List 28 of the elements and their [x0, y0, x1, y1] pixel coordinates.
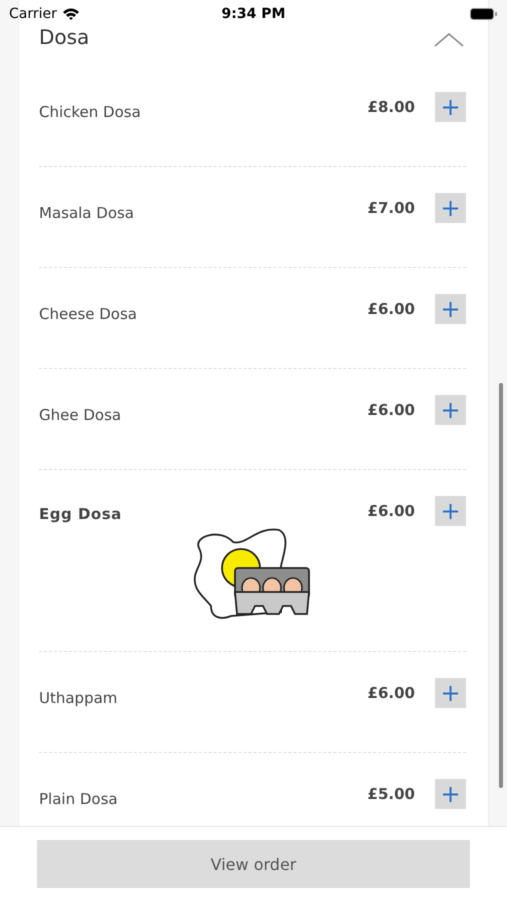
add-button[interactable]: +	[435, 193, 466, 223]
add-button[interactable]: +	[435, 779, 466, 809]
section-title: Dosa	[39, 24, 90, 50]
item-price: £6.00	[368, 683, 415, 703]
collapse-chevron-icon[interactable]	[434, 32, 464, 48]
carrier-label: Carrier	[9, 6, 57, 22]
item-name: Plain Dosa	[39, 789, 119, 809]
item-name: Cheese Dosa	[39, 304, 138, 324]
add-button[interactable]: +	[435, 92, 466, 122]
item-name: Chicken Dosa	[39, 102, 142, 122]
battery-icon	[470, 8, 498, 20]
add-button[interactable]: +	[435, 294, 466, 324]
item-price: £6.00	[368, 299, 415, 319]
add-button[interactable]: +	[435, 678, 466, 708]
item-name: Masala Dosa	[39, 203, 136, 223]
item-price: £8.00	[368, 97, 415, 117]
item-price: £5.00	[368, 784, 415, 804]
wifi-icon	[62, 7, 80, 21]
item-price: £6.00	[368, 400, 415, 420]
status-time: 9:34 PM	[222, 6, 286, 22]
view-order-button[interactable]: View order	[37, 840, 470, 888]
item-price: £7.00	[368, 198, 415, 218]
item-name: Uthappam	[39, 688, 118, 708]
add-button[interactable]: +	[435, 496, 466, 526]
add-button[interactable]: +	[435, 395, 466, 425]
item-price: £6.00	[368, 501, 415, 521]
item-name: Egg Dosa	[39, 504, 123, 524]
item-name: Ghee Dosa	[39, 405, 122, 425]
